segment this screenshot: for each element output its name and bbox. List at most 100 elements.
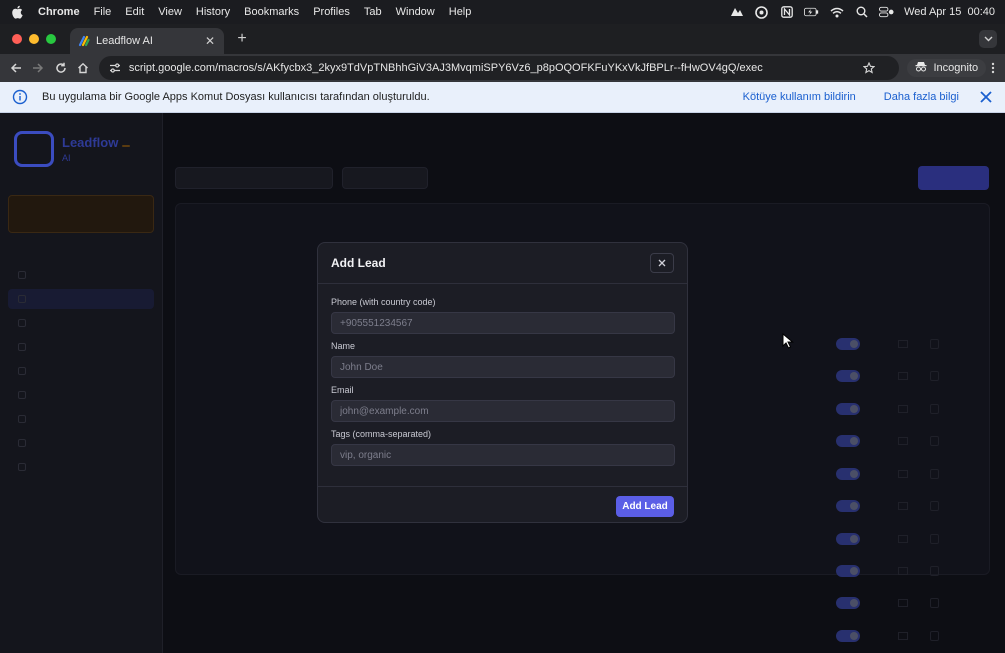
tags-label: Tags (comma-separated) xyxy=(331,429,432,439)
modal-close-button[interactable] xyxy=(650,253,674,273)
window-controls xyxy=(12,34,56,44)
close-window-button[interactable] xyxy=(12,34,22,44)
name-input[interactable] xyxy=(331,356,675,378)
wifi-icon[interactable] xyxy=(829,5,844,19)
learn-more-link[interactable]: Daha fazla bilgi xyxy=(884,91,959,103)
address-bar[interactable]: script.google.com/macros/s/AKfycbx3_2kyx… xyxy=(98,56,900,80)
site-info-icon[interactable] xyxy=(109,61,123,75)
clock[interactable]: Wed Apr 15 00:40 xyxy=(904,6,995,18)
apps-script-warning-bar: Bu uygulama bir Google Apps Komut Dosyas… xyxy=(0,82,1005,113)
menu-app-name[interactable]: Chrome xyxy=(38,6,80,18)
add-lead-top-button xyxy=(918,166,989,190)
delete-icon xyxy=(930,534,939,544)
ai-toggle xyxy=(836,468,860,480)
menu-tab[interactable]: Tab xyxy=(364,6,382,18)
chat-icon xyxy=(898,502,908,510)
sidebar-item-9 xyxy=(8,457,154,477)
new-tab-icon[interactable]: + xyxy=(234,30,250,48)
ai-toggle xyxy=(836,565,860,577)
forward-arrow-icon[interactable] xyxy=(28,57,48,79)
shield-icon[interactable] xyxy=(729,5,744,19)
table-row xyxy=(176,555,989,587)
menu-file[interactable]: File xyxy=(94,6,112,18)
incognito-icon xyxy=(915,61,927,75)
name-label: Name xyxy=(331,341,356,351)
reload-icon[interactable] xyxy=(50,57,70,79)
delete-icon xyxy=(930,501,939,511)
lead-search-input xyxy=(175,167,333,189)
incognito-label: Incognito xyxy=(933,62,979,74)
menu-history[interactable]: History xyxy=(196,6,230,18)
menu-profiles[interactable]: Profiles xyxy=(313,6,350,18)
phone-label: Phone (with country code) xyxy=(331,297,436,307)
zoom-window-button[interactable] xyxy=(46,34,56,44)
apps-script-favicon-icon xyxy=(78,35,90,47)
name-field-group: Name xyxy=(331,341,675,378)
ai-toggle xyxy=(836,435,860,447)
tags-input[interactable] xyxy=(331,444,675,466)
table-row xyxy=(176,587,989,619)
chat-icon xyxy=(898,632,908,640)
phone-input[interactable] xyxy=(331,312,675,334)
ai-toggle xyxy=(836,370,860,382)
sidebar-item-2 xyxy=(8,289,154,309)
ai-toggle xyxy=(836,403,860,415)
apple-icon[interactable] xyxy=(10,5,24,19)
status-filter-select xyxy=(342,167,428,189)
report-abuse-link[interactable]: Kötüye kullanım bildirin xyxy=(743,91,856,103)
email-input[interactable] xyxy=(331,400,675,422)
sidebar-item-6 xyxy=(8,385,154,405)
browser-toolbar: script.google.com/macros/s/AKfycbx3_2kyx… xyxy=(0,54,1005,82)
close-icon[interactable] xyxy=(979,90,993,104)
battery-icon[interactable] xyxy=(804,5,819,19)
chat-icon xyxy=(898,437,908,445)
control-center-icon[interactable] xyxy=(879,5,894,19)
demo-mode-banner xyxy=(8,195,154,233)
sidebar-item-5 xyxy=(8,361,154,381)
spotlight-search-icon[interactable] xyxy=(854,5,869,19)
add-lead-modal: Add Lead Phone (with country code) Name … xyxy=(317,242,688,523)
sidebar: Leadflow AI xyxy=(0,113,163,653)
menu-help[interactable]: Help xyxy=(449,6,472,18)
incognito-badge[interactable]: Incognito xyxy=(907,59,987,77)
chat-icon xyxy=(898,340,908,348)
info-icon xyxy=(12,89,28,105)
warning-message: Bu uygulama bir Google Apps Komut Dosyas… xyxy=(42,91,430,103)
app-page-dimmed: Leadflow AI Add Lead Phone (with country… xyxy=(0,113,1005,653)
back-arrow-icon[interactable] xyxy=(6,57,26,79)
add-lead-submit-button[interactable]: Add Lead xyxy=(616,496,674,517)
ai-toggle xyxy=(836,630,860,642)
macos-menubar: Chrome File Edit View History Bookmarks … xyxy=(0,0,1005,24)
chat-icon xyxy=(898,567,908,575)
tab-leadflow[interactable]: Leadflow AI ✕ xyxy=(70,28,224,54)
menu-view[interactable]: View xyxy=(158,6,182,18)
delete-icon xyxy=(930,339,939,349)
brand-wordmark-sub: AI xyxy=(62,153,71,163)
tags-field-group: Tags (comma-separated) xyxy=(331,429,675,466)
sidebar-item-1 xyxy=(8,265,154,285)
sidebar-item-4 xyxy=(8,337,154,357)
ai-toggle xyxy=(836,500,860,512)
home-icon[interactable] xyxy=(73,57,93,79)
ai-toggle xyxy=(836,597,860,609)
more-menu-icon[interactable] xyxy=(986,62,999,74)
notion-icon[interactable] xyxy=(779,5,794,19)
tab-strip: Leadflow AI ✕ + xyxy=(0,24,1005,54)
close-icon xyxy=(658,259,666,267)
menu-window[interactable]: Window xyxy=(396,6,435,18)
menu-edit[interactable]: Edit xyxy=(125,6,144,18)
chat-icon xyxy=(898,599,908,607)
tab-search-chevron-icon[interactable] xyxy=(979,30,997,48)
close-tab-icon[interactable]: ✕ xyxy=(204,34,216,48)
app-logo-icon xyxy=(14,131,54,167)
chat-icon xyxy=(898,470,908,478)
minimize-window-button[interactable] xyxy=(29,34,39,44)
sidebar-item-7 xyxy=(8,409,154,429)
bookmark-star-icon[interactable] xyxy=(863,62,877,74)
chat-icon xyxy=(898,372,908,380)
headphones-icon[interactable] xyxy=(754,5,769,19)
url-text: script.google.com/macros/s/AKfycbx3_2kyx… xyxy=(128,62,763,74)
tab-title: Leadflow AI xyxy=(96,35,153,47)
menu-bookmarks[interactable]: Bookmarks xyxy=(244,6,299,18)
ai-toggle xyxy=(836,338,860,350)
